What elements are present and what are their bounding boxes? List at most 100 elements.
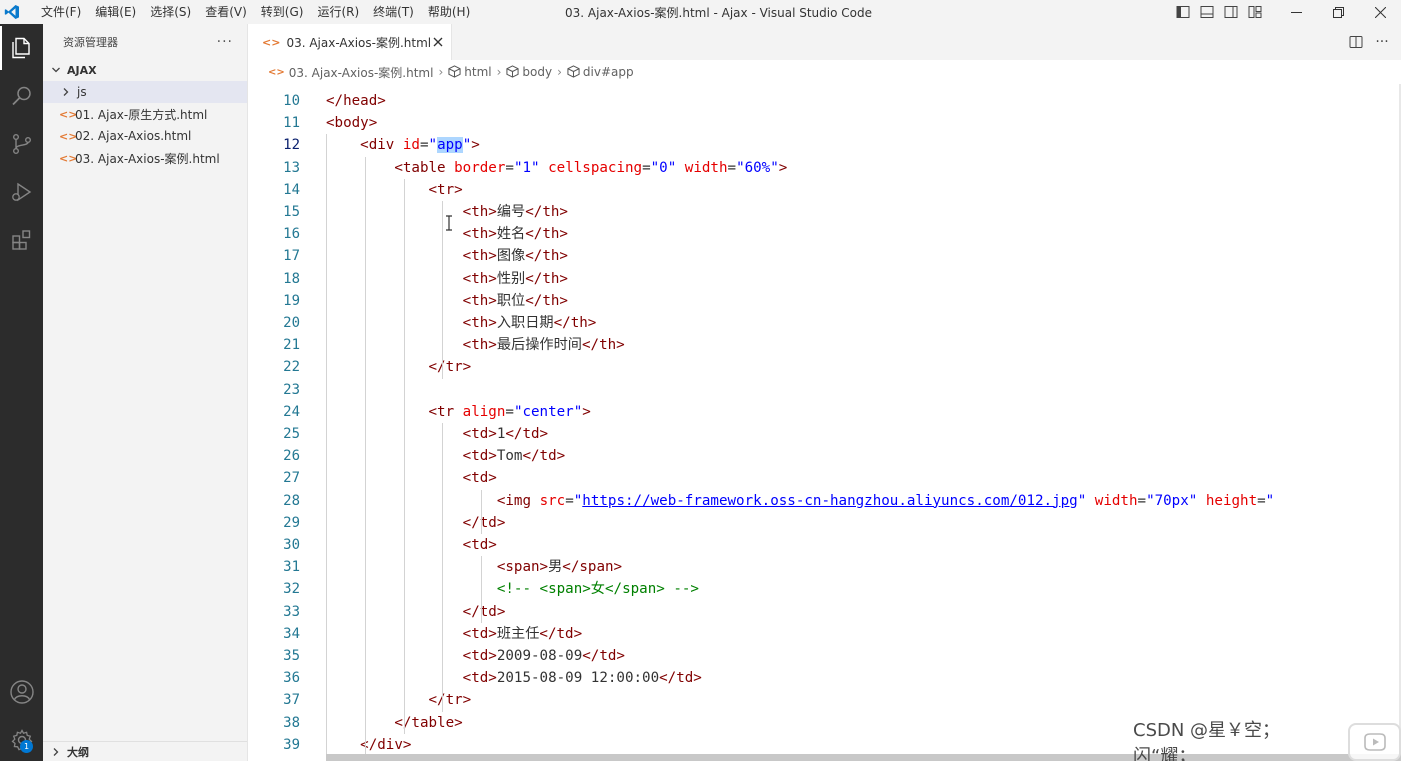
run-debug-icon[interactable]: [0, 170, 43, 214]
code-text: <th>最后操作时间</th>: [462, 337, 625, 354]
tree-item-file[interactable]: <> 02. Ajax-Axios.html: [43, 125, 247, 147]
settings-gear-icon[interactable]: 1: [0, 718, 43, 761]
menu-bar: 文件(F) 编辑(E) 选择(S) 查看(V) 转到(G) 运行(R) 终端(T…: [34, 1, 477, 23]
line-number: 16: [283, 226, 300, 243]
code-line[interactable]: 28 <img src="https://web-framework.oss-c…: [248, 490, 1401, 512]
code-line[interactable]: 12 <div id="app">: [248, 134, 1401, 156]
minimize-icon[interactable]: [1275, 0, 1317, 24]
outline-section[interactable]: 大纲: [43, 741, 247, 761]
code-line[interactable]: 18 <th>性别</th>: [248, 268, 1401, 290]
code-line[interactable]: 32 <!-- <span>女</span> -->: [248, 578, 1401, 600]
line-number: 15: [283, 204, 300, 220]
tree-item-js-folder[interactable]: js: [43, 81, 247, 103]
line-number: 36: [283, 670, 300, 687]
customize-layout-icon[interactable]: [1243, 0, 1267, 24]
code-line[interactable]: 31 <span>男</span>: [248, 556, 1401, 578]
code-line[interactable]: 34 <td>班主任</td>: [248, 623, 1401, 645]
restore-icon[interactable]: [1317, 0, 1359, 24]
breadcrumb-item-html[interactable]: html: [448, 65, 492, 79]
extensions-icon[interactable]: [0, 218, 43, 262]
menu-terminal[interactable]: 终端(T): [366, 1, 421, 23]
line-number: 34: [283, 625, 300, 642]
code-text: </div>: [360, 736, 412, 753]
code-line[interactable]: 24 <tr align="center">: [248, 401, 1401, 423]
line-number: 26: [283, 448, 300, 465]
menu-go[interactable]: 转到(G): [254, 1, 311, 23]
text-cursor-icon: [446, 215, 452, 231]
menu-selection[interactable]: 选择(S): [143, 1, 198, 23]
breadcrumb-item-div-app[interactable]: div#app: [567, 65, 634, 79]
code-line[interactable]: 23: [248, 379, 1401, 401]
code-text: <!-- <span>女</span> -->: [496, 581, 699, 598]
indent-guide: [442, 423, 444, 712]
toggle-panel-icon[interactable]: [1195, 0, 1219, 24]
menu-run[interactable]: 运行(R): [310, 1, 366, 23]
indent-guide: [403, 178, 405, 734]
line-number: 21: [283, 337, 300, 354]
code-line[interactable]: 29 </td>: [248, 512, 1401, 534]
code-line[interactable]: 14 <tr>: [248, 179, 1401, 201]
code-text: </td>: [462, 603, 506, 620]
code-line[interactable]: 27 <td>: [248, 467, 1401, 489]
html-file-icon: <>: [59, 129, 78, 143]
code-line[interactable]: 19 <th>职位</th>: [248, 290, 1401, 312]
code-line[interactable]: 17 <th>图像</th>: [248, 245, 1401, 267]
tree-item-file[interactable]: <> 01. Ajax-原生方式.html: [43, 103, 247, 125]
menu-help[interactable]: 帮助(H): [421, 1, 477, 23]
menu-view[interactable]: 查看(V): [198, 1, 254, 23]
more-actions-icon[interactable]: ···: [1369, 29, 1395, 55]
window-controls: [1171, 0, 1401, 24]
code-line[interactable]: 33 </td>: [248, 601, 1401, 623]
code-line[interactable]: 20 <th>入职日期</th>: [248, 312, 1401, 334]
menu-edit[interactable]: 编辑(E): [88, 1, 143, 23]
editor-actions: ···: [1343, 24, 1395, 60]
menu-file[interactable]: 文件(F): [34, 1, 88, 23]
workspace-folder[interactable]: AJAX: [43, 59, 247, 81]
code-editor[interactable]: 10 </head> 11 <body> 12 <div id="app"> 13 <ta…: [248, 84, 1401, 754]
line-number: 25: [283, 426, 300, 442]
close-tab-icon[interactable]: [433, 33, 443, 51]
code-line[interactable]: 35 <td>2009-08-09</td>: [248, 645, 1401, 667]
code-line[interactable]: 22 </tr>: [248, 356, 1401, 378]
line-number: 37: [283, 692, 300, 709]
window-title: 03. Ajax-Axios-案例.html - Ajax - Visual S…: [565, 6, 872, 20]
code-line[interactable]: 16 <th>姓名</th>: [248, 223, 1401, 245]
line-number: 14: [283, 181, 300, 198]
explorer-icon[interactable]: [0, 26, 43, 70]
toggle-secondary-sidebar-icon[interactable]: [1219, 0, 1243, 24]
account-icon[interactable]: [0, 670, 43, 714]
code-line[interactable]: 30 <td>: [248, 534, 1401, 556]
tab-active-file[interactable]: <> 03. Ajax-Axios-案例.html: [248, 24, 452, 60]
indent-guide: [326, 134, 327, 754]
toggle-primary-sidebar-icon[interactable]: [1171, 0, 1195, 24]
search-icon[interactable]: [0, 74, 43, 118]
split-editor-icon[interactable]: [1343, 29, 1369, 55]
code-line[interactable]: 26 <td>Tom</td>: [248, 445, 1401, 467]
line-number: 38: [283, 714, 300, 731]
explorer-title: 资源管理器: [63, 35, 118, 49]
code-text: </head>: [326, 93, 386, 109]
source-control-icon[interactable]: [0, 122, 43, 166]
code-text: <div id="app">: [360, 137, 480, 154]
code-line[interactable]: 36 <td>2015-08-09 12:00:00</td>: [248, 667, 1401, 689]
close-window-icon[interactable]: [1359, 0, 1401, 24]
code-line[interactable]: 15 <th>编号</th>: [248, 201, 1401, 223]
code-line[interactable]: 25 <td>1</td>: [248, 423, 1401, 445]
code-line[interactable]: 11 <body>: [248, 112, 1401, 134]
code-line[interactable]: 37 </tr>: [248, 689, 1401, 711]
code-text: <th>图像</th>: [462, 248, 568, 265]
code-text: </td>: [462, 514, 506, 531]
line-number: 13: [283, 159, 300, 176]
more-actions-icon[interactable]: ···: [217, 34, 233, 50]
csdn-watermark: CSDN @星￥空；闪“耀；: [1133, 720, 1401, 761]
code-line[interactable]: 13 <table border="1" cellspacing="0" wid…: [248, 157, 1401, 179]
vscode-logo-icon: [0, 0, 24, 24]
line-number: 23: [283, 381, 300, 398]
breadcrumb-file[interactable]: 03. Ajax-Axios-案例.html: [289, 64, 434, 81]
code-line[interactable]: 21 <th>最后操作时间</th>: [248, 334, 1401, 356]
line-number: 39: [283, 736, 300, 753]
tree-item-file[interactable]: <> 03. Ajax-Axios-案例.html: [43, 147, 247, 169]
code-line[interactable]: 10 </head>: [248, 90, 1401, 112]
breadcrumb-item-body[interactable]: body: [506, 65, 552, 79]
code-text: <th>性别</th>: [462, 270, 568, 287]
